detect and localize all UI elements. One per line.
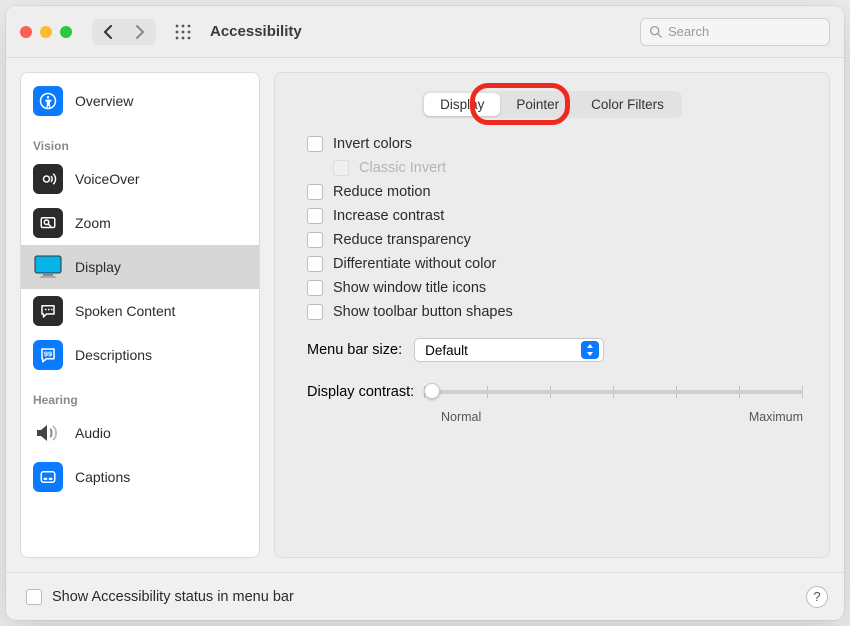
- display-icon: [33, 252, 63, 282]
- option-increase-contrast[interactable]: Increase contrast: [307, 208, 803, 224]
- captions-icon: [33, 462, 63, 492]
- show-status-in-menu-bar[interactable]: Show Accessibility status in menu bar: [26, 589, 294, 605]
- menu-bar-size-row: Menu bar size: Default: [301, 338, 803, 362]
- display-contrast-label: Display contrast:: [307, 384, 414, 400]
- close-button[interactable]: [20, 26, 32, 38]
- option-differentiate-without-color[interactable]: Differentiate without color: [307, 256, 803, 272]
- menu-bar-size-value: Default: [425, 343, 468, 358]
- search-icon: [649, 25, 662, 38]
- option-toolbar-button-shapes[interactable]: Show toolbar button shapes: [307, 304, 803, 320]
- sidebar-section-hearing: Hearing: [21, 377, 259, 411]
- option-reduce-motion[interactable]: Reduce motion: [307, 184, 803, 200]
- sidebar: Overview Vision VoiceOver Zoom Display S…: [20, 72, 260, 558]
- tab-color-filters[interactable]: Color Filters: [575, 93, 680, 116]
- search-field[interactable]: Search: [640, 18, 830, 46]
- display-options: Invert colors Classic Invert Reduce moti…: [301, 136, 803, 320]
- display-contrast-row: Display contrast: Normal Maximum: [301, 384, 803, 424]
- back-button[interactable]: [92, 19, 124, 45]
- footer: Show Accessibility status in menu bar ?: [6, 572, 844, 620]
- sidebar-item-display[interactable]: Display: [21, 245, 259, 289]
- audio-icon: [33, 418, 63, 448]
- chevron-up-down-icon: [581, 341, 599, 359]
- sidebar-item-label: Display: [75, 259, 121, 275]
- menu-bar-size-select[interactable]: Default: [414, 338, 604, 362]
- content-pane: Display Pointer Color Filters Invert col…: [274, 72, 830, 558]
- menu-bar-size-label: Menu bar size:: [307, 342, 402, 358]
- sidebar-item-descriptions[interactable]: 99 Descriptions: [21, 333, 259, 377]
- contrast-min-label: Normal: [441, 410, 481, 424]
- sidebar-item-label: Captions: [75, 469, 130, 485]
- sidebar-item-label: Spoken Content: [75, 303, 175, 319]
- sidebar-item-voiceover[interactable]: VoiceOver: [21, 157, 259, 201]
- sidebar-item-zoom[interactable]: Zoom: [21, 201, 259, 245]
- sidebar-item-audio[interactable]: Audio: [21, 411, 259, 455]
- spoken-content-icon: [33, 296, 63, 326]
- sidebar-item-label: Descriptions: [75, 347, 152, 363]
- forward-button[interactable]: [124, 19, 156, 45]
- voiceover-icon: [33, 164, 63, 194]
- sidebar-item-overview[interactable]: Overview: [21, 79, 259, 123]
- overview-icon: [33, 86, 63, 116]
- tab-bar-wrap: Display Pointer Color Filters: [301, 91, 803, 118]
- svg-text:99: 99: [44, 350, 52, 359]
- sidebar-item-label: Audio: [75, 425, 111, 441]
- body: Overview Vision VoiceOver Zoom Display S…: [6, 58, 844, 572]
- sidebar-item-captions[interactable]: Captions: [21, 455, 259, 499]
- toolbar: Accessibility Search: [6, 6, 844, 58]
- contrast-max-label: Maximum: [749, 410, 803, 424]
- option-invert-colors[interactable]: Invert colors: [307, 136, 803, 152]
- sidebar-item-label: Zoom: [75, 215, 111, 231]
- tab-pointer[interactable]: Pointer: [500, 93, 575, 116]
- zoom-icon: [33, 208, 63, 238]
- preferences-window: Accessibility Search Overview Vision Voi…: [6, 6, 844, 620]
- sidebar-section-vision: Vision: [21, 123, 259, 157]
- tab-bar: Display Pointer Color Filters: [422, 91, 682, 118]
- minimize-button[interactable]: [40, 26, 52, 38]
- display-contrast-slider[interactable]: [424, 390, 803, 394]
- sidebar-item-spoken-content[interactable]: Spoken Content: [21, 289, 259, 333]
- window-controls: [20, 26, 72, 38]
- option-reduce-transparency[interactable]: Reduce transparency: [307, 232, 803, 248]
- nav-buttons: [92, 19, 156, 45]
- tab-display[interactable]: Display: [424, 93, 500, 116]
- zoom-button[interactable]: [60, 26, 72, 38]
- option-classic-invert: Classic Invert: [307, 160, 803, 176]
- option-window-title-icons[interactable]: Show window title icons: [307, 280, 803, 296]
- window-title: Accessibility: [210, 23, 626, 40]
- search-placeholder: Search: [668, 24, 709, 39]
- help-button[interactable]: ?: [806, 586, 828, 608]
- show-all-icon[interactable]: [170, 24, 196, 40]
- sidebar-item-label: VoiceOver: [75, 171, 140, 187]
- sidebar-item-label: Overview: [75, 93, 133, 109]
- descriptions-icon: 99: [33, 340, 63, 370]
